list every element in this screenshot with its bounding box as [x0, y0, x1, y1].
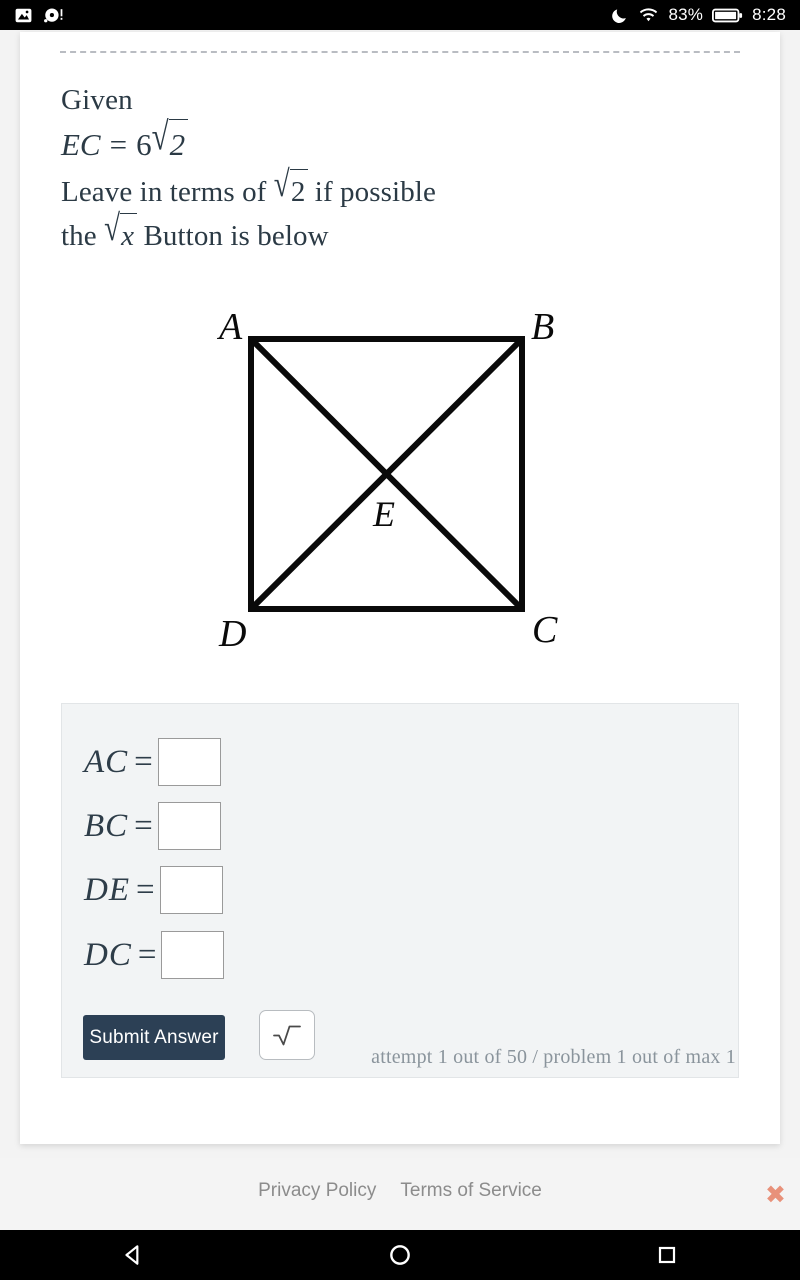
radical-expression: √2 [152, 114, 188, 170]
instruction-line-1: Leave in terms of √2 if possible [61, 164, 741, 214]
instruction-1-post: if possible [314, 176, 436, 208]
divider [60, 51, 740, 53]
radical-sign-icon: √ [151, 113, 169, 159]
status-bar-notifications [0, 6, 64, 25]
privacy-policy-link[interactable]: Privacy Policy [258, 1180, 376, 1202]
problem-statement: Given EC = 6√2 Leave in terms of √2 if pos… [61, 80, 741, 258]
answer-equals-ac: = [134, 743, 153, 780]
moon-icon [610, 6, 629, 25]
android-status-bar: 83% 8:28 [0, 0, 800, 30]
answer-input-dc[interactable] [161, 931, 225, 979]
answer-label-ac: AC [84, 743, 129, 780]
back-triangle-icon [125, 1245, 139, 1265]
close-icon[interactable]: ✖ [765, 1182, 786, 1207]
answer-label-dc: DC [84, 936, 132, 973]
instruction-2-pre: the [61, 220, 97, 252]
disc-alert-icon [43, 6, 64, 25]
attempt-status-text: attempt 1 out of 50 / problem 1 out of m… [371, 1046, 736, 1068]
radical-expression-3: √x [104, 208, 138, 258]
instruction-line-2: the √x Button is below [61, 208, 741, 258]
vertex-label-D: D [218, 613, 246, 655]
problem-card: Given EC = 6√2 Leave in terms of √2 if pos… [20, 32, 780, 1144]
square-root-icon [273, 1025, 301, 1046]
page-scroll-area[interactable]: Given EC = 6√2 Leave in terms of √2 if pos… [0, 30, 800, 1230]
center-label-E: E [372, 494, 395, 534]
status-bar-system: 83% 8:28 [610, 5, 800, 25]
home-button[interactable] [267, 1242, 534, 1268]
square-diagram-svg: A B C D E [216, 306, 558, 655]
answer-equals-de: = [136, 871, 155, 908]
equation-equals: = [109, 127, 128, 162]
submit-answer-button[interactable]: Submit Answer [83, 1015, 225, 1060]
recents-square-icon [658, 1246, 675, 1264]
home-circle-icon [390, 1245, 410, 1265]
answer-row-ac: AC = [84, 738, 221, 786]
answer-panel: AC = BC = DE = DC = Submit Answer attemp… [61, 703, 739, 1078]
square-root-button[interactable] [259, 1010, 315, 1060]
geometry-figure: A B C D E [61, 294, 741, 694]
wifi-icon [638, 6, 659, 25]
radical-sign-icon: √ [104, 208, 121, 250]
answer-input-de[interactable] [159, 866, 223, 914]
given-equation: EC = 6√2 [61, 114, 741, 170]
battery-percent-label: 83% [668, 5, 704, 24]
answer-label-de: DE [84, 871, 130, 908]
radicand-2: 2 [289, 169, 309, 214]
clock-label: 8:28 [752, 5, 786, 24]
footer-links: Privacy Policy Terms of Service [0, 1180, 800, 1202]
vertex-label-C: C [532, 609, 558, 651]
vertex-label-B: B [531, 306, 554, 348]
answer-input-bc[interactable] [157, 802, 221, 850]
page-footer: Privacy Policy Terms of Service ✖ [0, 1158, 800, 1230]
answer-row-de: DE = [84, 866, 223, 914]
answer-row-bc: BC = [84, 802, 221, 850]
phone-screen: 83% 8:28 Given EC = 6√2 Leave in terms o… [0, 0, 800, 1280]
android-nav-bar [0, 1230, 800, 1280]
answer-row-dc: DC = [84, 931, 225, 979]
radicand: 2 [168, 119, 188, 170]
answer-label-bc: BC [84, 807, 129, 844]
equation-lhs: EC [61, 127, 101, 162]
back-button[interactable] [0, 1242, 267, 1268]
answer-equals-dc: = [137, 936, 157, 973]
vertex-label-A: A [216, 306, 243, 348]
answer-equals-bc: = [134, 807, 153, 844]
radical-expression-2: √2 [274, 164, 309, 214]
recents-button[interactable] [533, 1243, 800, 1267]
instruction-1-pre: Leave in terms of [61, 176, 267, 208]
radical-sign-icon: √ [273, 164, 290, 206]
answer-input-ac[interactable] [157, 738, 221, 786]
radicand-3: x [120, 213, 138, 258]
image-icon [14, 6, 33, 25]
terms-of-service-link[interactable]: Terms of Service [400, 1180, 541, 1202]
battery-icon [712, 7, 743, 24]
instruction-2-post: Button is below [143, 220, 329, 252]
equation-coefficient: 6 [136, 127, 152, 162]
